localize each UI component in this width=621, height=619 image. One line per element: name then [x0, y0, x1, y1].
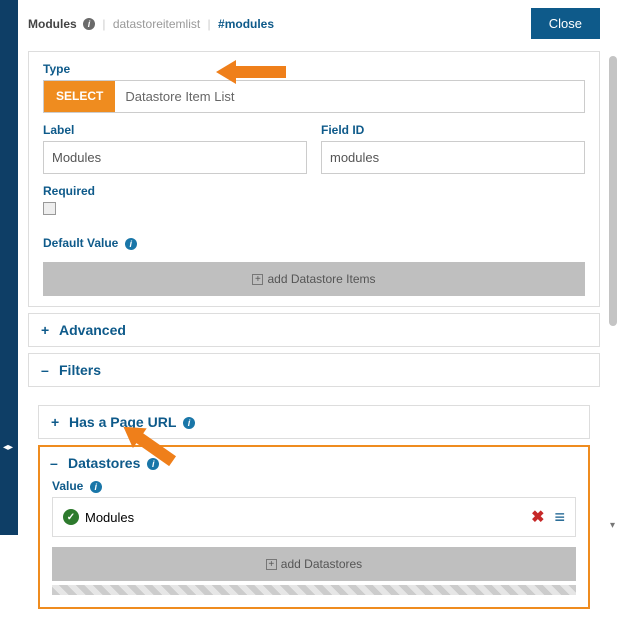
- check-icon: [63, 509, 79, 525]
- side-rail: ◂▸: [0, 0, 18, 535]
- drag-handle-icon[interactable]: ◂▸: [3, 445, 13, 451]
- datastores-box: –Datastores i Value i Modules ✖ ≡: [38, 445, 590, 609]
- close-button[interactable]: Close: [531, 8, 600, 39]
- info-icon[interactable]: i: [147, 458, 159, 470]
- minus-icon: –: [41, 362, 53, 378]
- advanced-section-header[interactable]: + Advanced: [28, 313, 600, 347]
- has-page-url-header[interactable]: + Has a Page URL i: [38, 405, 590, 439]
- selected-value: Modules: [85, 510, 134, 525]
- type-value: Datastore Item List: [115, 81, 244, 112]
- main-panel: Modules i | datastoreitemlist | #modules…: [18, 0, 610, 535]
- info-icon[interactable]: i: [125, 238, 137, 250]
- minus-icon: –: [50, 455, 62, 471]
- scrollbar-thumb[interactable]: [609, 56, 617, 326]
- plus-icon: +: [51, 414, 63, 430]
- default-value-label: Default Value i: [43, 236, 585, 250]
- scrollbar-down-icon[interactable]: ▾: [610, 520, 615, 531]
- fieldid-input[interactable]: [321, 141, 585, 174]
- filters-body: + Has a Page URL i –Datastores i Value i …: [28, 393, 600, 619]
- label-input[interactable]: [43, 141, 307, 174]
- breadcrumb-sep: |: [208, 17, 211, 31]
- add-datastore-items-button[interactable]: + add Datastore Items: [43, 262, 585, 296]
- add-datastore-items-label: add Datastore Items: [267, 272, 375, 286]
- type-label: Type: [43, 62, 585, 76]
- plus-icon: +: [266, 559, 277, 570]
- vertical-scrollbar[interactable]: ▾: [609, 0, 619, 535]
- remove-icon[interactable]: ✖: [531, 507, 544, 527]
- default-value-text: Default Value: [43, 236, 118, 250]
- required-checkbox[interactable]: [43, 202, 56, 215]
- header-bar: Modules i | datastoreitemlist | #modules…: [18, 0, 610, 45]
- hamburger-icon[interactable]: ≡: [554, 507, 565, 528]
- info-icon[interactable]: i: [90, 481, 102, 493]
- drop-zone: [52, 585, 576, 595]
- datastores-header[interactable]: –Datastores i: [40, 447, 588, 475]
- fieldid-label: Field ID: [321, 123, 585, 137]
- plus-icon: +: [41, 322, 53, 338]
- info-icon[interactable]: i: [83, 18, 95, 30]
- select-type-button[interactable]: SELECT: [44, 81, 115, 112]
- breadcrumb-anchor[interactable]: #modules: [218, 17, 274, 31]
- datastores-label: Datastores: [68, 455, 140, 471]
- type-row: SELECT Datastore Item List: [43, 80, 585, 113]
- advanced-label: Advanced: [59, 322, 126, 338]
- type-panel: Type SELECT Datastore Item List Label Fi…: [28, 51, 600, 307]
- add-datastores-button[interactable]: + add Datastores: [52, 547, 576, 581]
- breadcrumb-title: Modules: [28, 17, 77, 31]
- label-field-label: Label: [43, 123, 307, 137]
- breadcrumb: Modules i | datastoreitemlist | #modules: [28, 17, 274, 31]
- info-icon[interactable]: i: [183, 417, 195, 429]
- filters-label: Filters: [59, 362, 101, 378]
- value-row: Modules ✖ ≡: [52, 497, 576, 537]
- breadcrumb-sep: |: [102, 17, 105, 31]
- has-page-url-label: Has a Page URL: [69, 414, 176, 430]
- breadcrumb-type: datastoreitemlist: [113, 17, 200, 31]
- add-datastores-label: add Datastores: [281, 557, 362, 571]
- value-label-text: Value: [52, 479, 83, 493]
- filters-section-header[interactable]: –Filters: [28, 353, 600, 387]
- required-label: Required: [43, 184, 585, 198]
- value-label: Value i: [52, 479, 576, 493]
- plus-icon: +: [252, 274, 263, 285]
